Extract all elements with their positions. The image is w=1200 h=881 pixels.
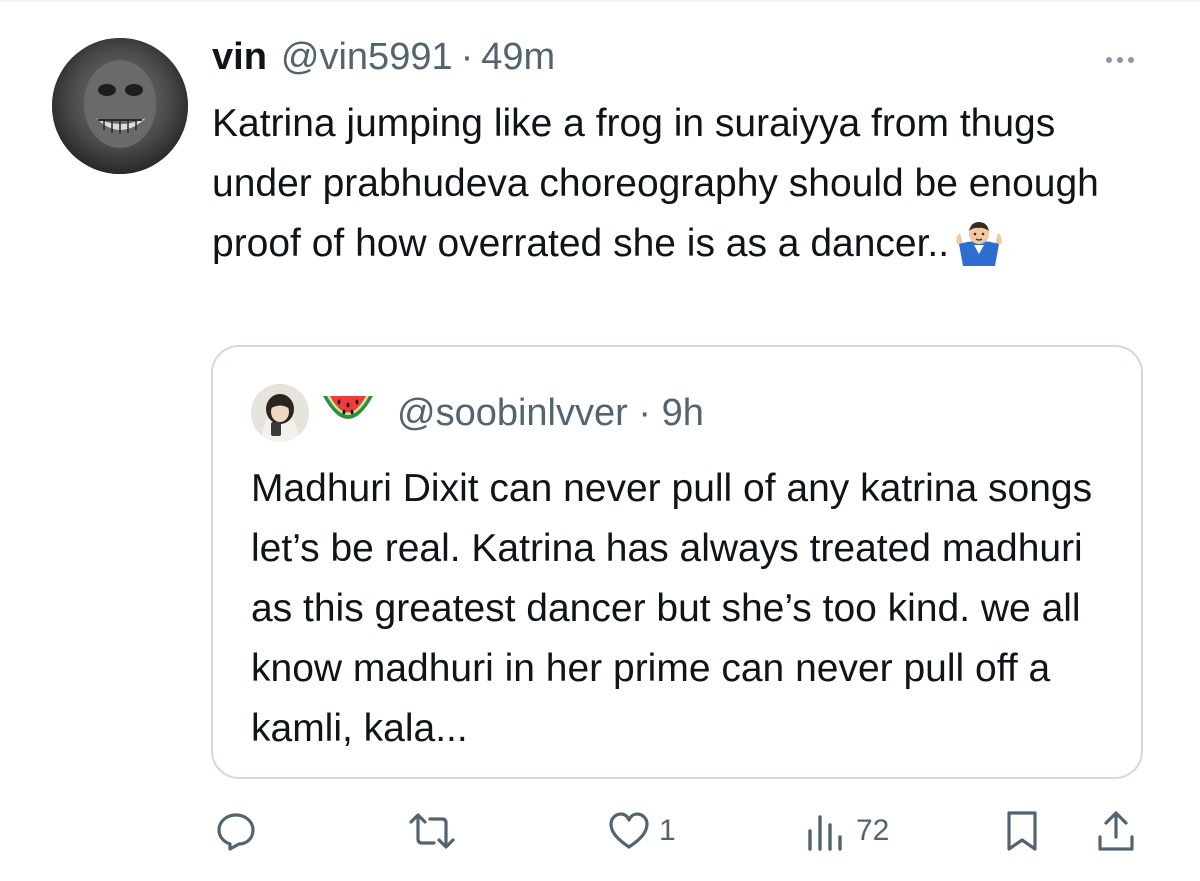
retweet-icon (408, 809, 456, 853)
quote-tweet-card[interactable]: @soobinlvver · 9h Madhuri Dixit can neve… (211, 345, 1143, 779)
quote-text: Madhuri Dixit can never pull of any katr… (251, 467, 1093, 750)
share-button[interactable] (1094, 806, 1138, 856)
author-meta: @vin5991 · 49m (281, 36, 555, 79)
quote-time[interactable]: 9h (662, 392, 704, 434)
avatar-image (52, 38, 188, 174)
more-icon[interactable] (1096, 48, 1144, 72)
quote-header: @soobinlvver · 9h (251, 383, 704, 443)
more-dot (1128, 57, 1134, 63)
author-avatar[interactable] (52, 38, 188, 174)
tweet-text: Katrina jumping like a frog in suraiyya … (212, 94, 1162, 284)
retweet-button[interactable] (408, 806, 456, 856)
watermelon-emoji (319, 390, 377, 437)
views-icon (804, 809, 848, 853)
author-name[interactable]: vin (212, 36, 267, 79)
more-dot (1106, 57, 1112, 63)
share-icon (1094, 809, 1138, 853)
header-separator: · (460, 36, 474, 78)
views-button[interactable]: 72 (804, 806, 889, 856)
views-count: 72 (856, 814, 890, 847)
bookmark-button[interactable] (1002, 806, 1042, 856)
shrugging-man-emoji (953, 218, 1005, 284)
quote-avatar-image (251, 384, 309, 442)
quote-author-avatar[interactable] (251, 384, 309, 442)
like-button[interactable]: 1 (607, 806, 676, 856)
tweet-header: vin @vin5991 · 49m (212, 36, 555, 86)
more-dot (1117, 57, 1123, 63)
quote-meta: @soobinlvver · 9h (397, 392, 704, 435)
action-bar: 1 72 (0, 800, 1200, 860)
reply-icon (214, 809, 258, 853)
reply-button[interactable] (214, 806, 258, 856)
quote-author-handle[interactable]: @soobinlvver (397, 392, 628, 434)
tweet-time[interactable]: 49m (481, 36, 555, 79)
like-count: 1 (659, 814, 676, 847)
top-divider (0, 0, 1200, 2)
author-handle[interactable]: @vin5991 (281, 36, 453, 79)
quote-separator: · (638, 391, 652, 434)
bookmark-icon (1002, 809, 1042, 853)
heart-icon (607, 809, 651, 853)
